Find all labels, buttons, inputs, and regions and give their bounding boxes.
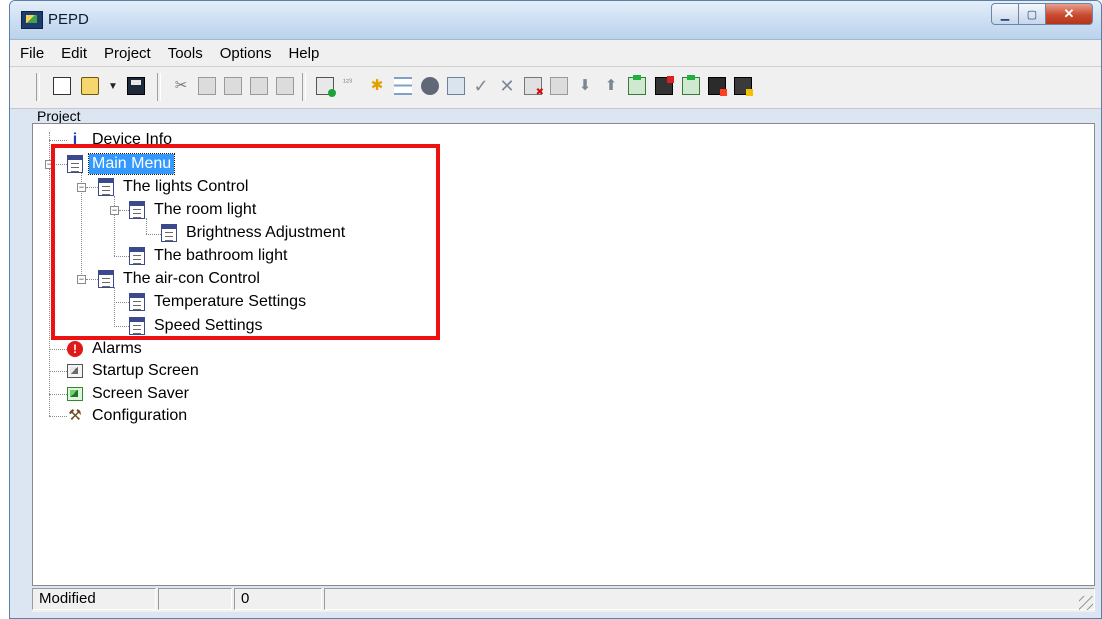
alarm-icon: !	[67, 341, 83, 357]
tools-icon: ⚒	[68, 407, 82, 424]
open-folder-icon[interactable]	[81, 77, 99, 95]
new-menu-icon[interactable]	[628, 75, 646, 95]
accept-icon[interactable]: ✓	[472, 77, 490, 95]
reject-icon[interactable]: ✕	[498, 77, 516, 95]
status-bar: Modified 0	[32, 588, 1095, 612]
tree-line	[49, 394, 67, 395]
add-picture-icon[interactable]	[447, 77, 465, 95]
window-title: PEPD	[48, 11, 89, 28]
menu-file[interactable]: File	[14, 45, 55, 62]
cut-icon[interactable]: ✂	[172, 77, 190, 95]
menu-project[interactable]: Project	[98, 45, 162, 62]
insert-before-icon[interactable]	[250, 77, 268, 95]
project-panel-label: Project	[37, 108, 81, 124]
paste-icon[interactable]	[224, 77, 242, 95]
minimize-icon: ▁	[1000, 8, 1010, 21]
status-empty-cell	[158, 588, 232, 610]
close-icon: ✕	[1063, 6, 1075, 21]
status-count: 0	[234, 588, 322, 610]
tree-line	[49, 140, 67, 141]
download-icon[interactable]	[682, 75, 700, 95]
export-icon[interactable]	[708, 77, 727, 96]
maximize-button[interactable]: ▢	[1019, 3, 1046, 25]
tree-line	[49, 349, 67, 350]
tree-item-startup-screen[interactable]: Startup Screen	[67, 361, 202, 381]
menu-tools[interactable]: Tools	[162, 45, 214, 62]
title-bar[interactable]: PEPD ▁ ▢ ✕	[10, 1, 1101, 40]
menu-edit[interactable]: Edit	[55, 45, 98, 62]
minimize-button[interactable]: ▁	[991, 3, 1019, 25]
tree-item-configuration[interactable]: ⚒ Configuration	[67, 406, 190, 426]
tree-item-label: Screen Saver	[92, 385, 189, 402]
status-modified: Modified	[32, 588, 156, 610]
delete-icon[interactable]	[524, 77, 544, 98]
resize-grip-icon[interactable]	[1079, 596, 1093, 610]
toolbar-separator	[302, 73, 306, 101]
copy-icon[interactable]	[198, 77, 216, 95]
insert-after-icon[interactable]	[276, 77, 294, 95]
toolbar: ▼ ✂ ¹²³ ✱ ✓ ✕ ⬇ ⬆	[10, 67, 1101, 109]
new-submenu-icon[interactable]	[655, 76, 674, 95]
menu-bar: File Edit Project Tools Options Help	[10, 40, 1101, 67]
save-icon[interactable]	[127, 77, 145, 95]
tree-item-label: Startup Screen	[92, 362, 199, 379]
move-down-icon[interactable]: ⬇	[576, 77, 594, 95]
status-message	[324, 588, 1095, 610]
window-controls: ▁ ▢ ✕	[991, 3, 1093, 25]
tree-item-screen-saver[interactable]: Screen Saver	[67, 384, 192, 404]
tree-line-root	[49, 132, 50, 416]
import-icon[interactable]	[734, 77, 753, 96]
menu-help[interactable]: Help	[282, 45, 330, 62]
add-message-icon[interactable]	[421, 77, 439, 95]
add-number-icon[interactable]: ¹²³	[343, 77, 361, 95]
highlight-annotation-box	[51, 144, 440, 340]
tree-item-alarms[interactable]: ! Alarms	[67, 339, 145, 359]
maximize-icon: ▢	[1026, 8, 1038, 21]
move-up-icon[interactable]: ⬆	[602, 77, 620, 95]
close-button[interactable]: ✕	[1046, 3, 1093, 25]
open-dropdown-icon[interactable]: ▼	[104, 77, 122, 95]
add-item-star-icon[interactable]: ✱	[368, 77, 386, 95]
tree-item-label: Configuration	[92, 407, 188, 424]
new-file-icon[interactable]	[53, 77, 71, 95]
app-logo-icon	[21, 11, 43, 29]
toolbar-separator	[157, 73, 161, 101]
tree-line	[49, 416, 67, 417]
toolbar-grip[interactable]	[36, 73, 40, 101]
tree-item-label: Alarms	[92, 340, 142, 357]
properties-icon[interactable]	[550, 77, 568, 95]
picture-icon	[67, 364, 83, 378]
menu-options[interactable]: Options	[214, 45, 283, 62]
add-list-icon[interactable]	[394, 77, 412, 95]
screen-saver-icon	[67, 387, 83, 401]
tree-line	[49, 371, 67, 372]
add-screen-icon[interactable]	[316, 77, 336, 97]
